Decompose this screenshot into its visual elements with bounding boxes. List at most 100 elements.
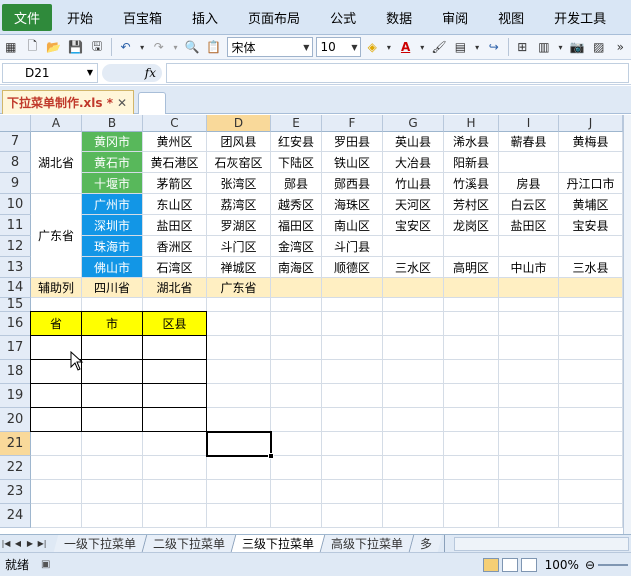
active-cell-selection[interactable] xyxy=(206,431,274,459)
camera-icon[interactable]: 📷 xyxy=(568,38,586,56)
cell-h12[interactable] xyxy=(444,236,499,257)
cell-f10[interactable]: 海珠区 xyxy=(322,194,383,215)
cell-c20[interactable] xyxy=(142,407,207,432)
workbook-tab[interactable]: 下拉菜单制作.xls * ✕ xyxy=(2,90,134,114)
new-workbook-tab[interactable] xyxy=(138,92,166,114)
tab-review[interactable]: 审阅 xyxy=(427,0,483,35)
vertical-scrollbar[interactable] xyxy=(623,115,631,534)
cell-f13[interactable]: 顺德区 xyxy=(322,257,383,278)
cell-f23[interactable] xyxy=(322,480,383,504)
cell-i13[interactable]: 中山市 xyxy=(499,257,559,278)
cell-b23[interactable] xyxy=(82,480,143,504)
cell-j19[interactable] xyxy=(559,384,623,408)
cell-i20[interactable] xyxy=(499,408,559,432)
cell-f17[interactable] xyxy=(322,336,383,360)
cell-a21[interactable] xyxy=(31,432,82,456)
cell-d7[interactable]: 团风县 xyxy=(207,132,271,152)
cell-i11[interactable]: 盐田区 xyxy=(499,215,559,236)
cell-c19[interactable] xyxy=(142,383,207,408)
cell-f19[interactable] xyxy=(322,384,383,408)
select-all-corner[interactable] xyxy=(0,115,31,132)
cell-f9[interactable]: 郧西县 xyxy=(322,173,383,194)
cell-g11[interactable]: 宝安区 xyxy=(383,215,444,236)
cell-h7[interactable]: 浠水县 xyxy=(444,132,499,152)
cell-g14[interactable] xyxy=(383,278,444,298)
cell-b14[interactable]: 四川省 xyxy=(82,278,143,298)
font-color-icon[interactable]: A xyxy=(397,38,415,56)
cell-j12[interactable] xyxy=(559,236,623,257)
tab-page-layout[interactable]: 页面布局 xyxy=(233,0,315,35)
cell-c17[interactable] xyxy=(142,335,207,360)
column-header-e[interactable]: E xyxy=(271,115,322,132)
cell-d16[interactable] xyxy=(207,312,271,336)
tab-toolbox[interactable]: 百宝箱 xyxy=(108,0,177,35)
cell-e15[interactable] xyxy=(271,298,322,312)
cell-c18[interactable] xyxy=(142,359,207,384)
undo-icon[interactable]: ↶ xyxy=(117,38,135,56)
cell-j8[interactable] xyxy=(559,152,623,173)
cell-d11[interactable]: 罗湖区 xyxy=(207,215,271,236)
open-folder-icon[interactable]: 📂 xyxy=(45,38,63,56)
cell-h18[interactable] xyxy=(444,360,499,384)
cell-j13[interactable]: 三水县 xyxy=(559,257,623,278)
merge-cells-icon[interactable]: ▥ xyxy=(535,38,553,56)
cell-g24[interactable] xyxy=(383,504,444,528)
cell-e9[interactable]: 郧县 xyxy=(271,173,322,194)
table-format-icon[interactable]: ▤ xyxy=(452,38,470,56)
name-box[interactable]: D21 ▼ xyxy=(2,62,98,83)
sheet-tab[interactable]: 二级下拉菜单 xyxy=(142,535,237,552)
cell-f20[interactable] xyxy=(322,408,383,432)
cell-g20[interactable] xyxy=(383,408,444,432)
row-header-13[interactable]: 13 xyxy=(0,257,31,278)
cell-h17[interactable] xyxy=(444,336,499,360)
cell-h22[interactable] xyxy=(444,456,499,480)
cell-d23[interactable] xyxy=(207,480,271,504)
cell-j10[interactable]: 黄埔区 xyxy=(559,194,623,215)
cell-d8[interactable]: 石灰窑区 xyxy=(207,152,271,173)
cell-i18[interactable] xyxy=(499,360,559,384)
formula-input[interactable] xyxy=(166,62,629,83)
font-size-select[interactable]: 10 ▼ xyxy=(316,37,362,57)
cell-g16[interactable] xyxy=(383,312,444,336)
cell-i7[interactable]: 蕲春县 xyxy=(499,132,559,152)
cell-c21[interactable] xyxy=(143,432,207,456)
cell-a16[interactable]: 省 xyxy=(30,311,82,336)
cell-h11[interactable]: 龙岗区 xyxy=(444,215,499,236)
cell-h13[interactable]: 高明区 xyxy=(444,257,499,278)
row-header-16[interactable]: 16 xyxy=(0,312,31,336)
cell-e14[interactable] xyxy=(271,278,322,298)
cell-c13[interactable]: 石湾区 xyxy=(143,257,207,278)
row-header-11[interactable]: 11 xyxy=(0,215,31,236)
sheet-tab[interactable]: 多 xyxy=(409,535,443,552)
column-header-c[interactable]: C xyxy=(143,115,207,132)
column-header-d[interactable]: D xyxy=(207,115,271,132)
cell-a19[interactable] xyxy=(30,383,82,408)
cell-g10[interactable]: 天河区 xyxy=(383,194,444,215)
cell-h23[interactable] xyxy=(444,480,499,504)
cell-a23[interactable] xyxy=(31,480,82,504)
format-painter-icon[interactable]: 🖌 xyxy=(430,38,448,56)
column-header-i[interactable]: I xyxy=(499,115,559,132)
cell-g19[interactable] xyxy=(383,384,444,408)
cell-j14[interactable] xyxy=(559,278,623,298)
cell-j23[interactable] xyxy=(559,480,623,504)
cell-j21[interactable] xyxy=(559,432,623,456)
borders-icon[interactable]: ⊞ xyxy=(514,38,532,56)
insert-function-button[interactable]: fx xyxy=(102,63,162,82)
cell-i12[interactable] xyxy=(499,236,559,257)
cell-g12[interactable] xyxy=(383,236,444,257)
column-header-h[interactable]: H xyxy=(444,115,499,132)
cell-d22[interactable] xyxy=(207,456,271,480)
cell-i22[interactable] xyxy=(499,456,559,480)
font-name-select[interactable]: 宋体 ▼ xyxy=(227,37,314,57)
cell-f15[interactable] xyxy=(322,298,383,312)
table-format-dropdown-icon[interactable]: ▾ xyxy=(473,38,481,56)
cell-i9[interactable]: 房县 xyxy=(499,173,559,194)
cell-i10[interactable]: 白云区 xyxy=(499,194,559,215)
cell-e17[interactable] xyxy=(271,336,322,360)
cell-h14[interactable] xyxy=(444,278,499,298)
cell-c7[interactable]: 黄州区 xyxy=(143,132,207,152)
print-preview-icon[interactable]: 🔍 xyxy=(183,38,201,56)
cell-i23[interactable] xyxy=(499,480,559,504)
cell-h16[interactable] xyxy=(444,312,499,336)
